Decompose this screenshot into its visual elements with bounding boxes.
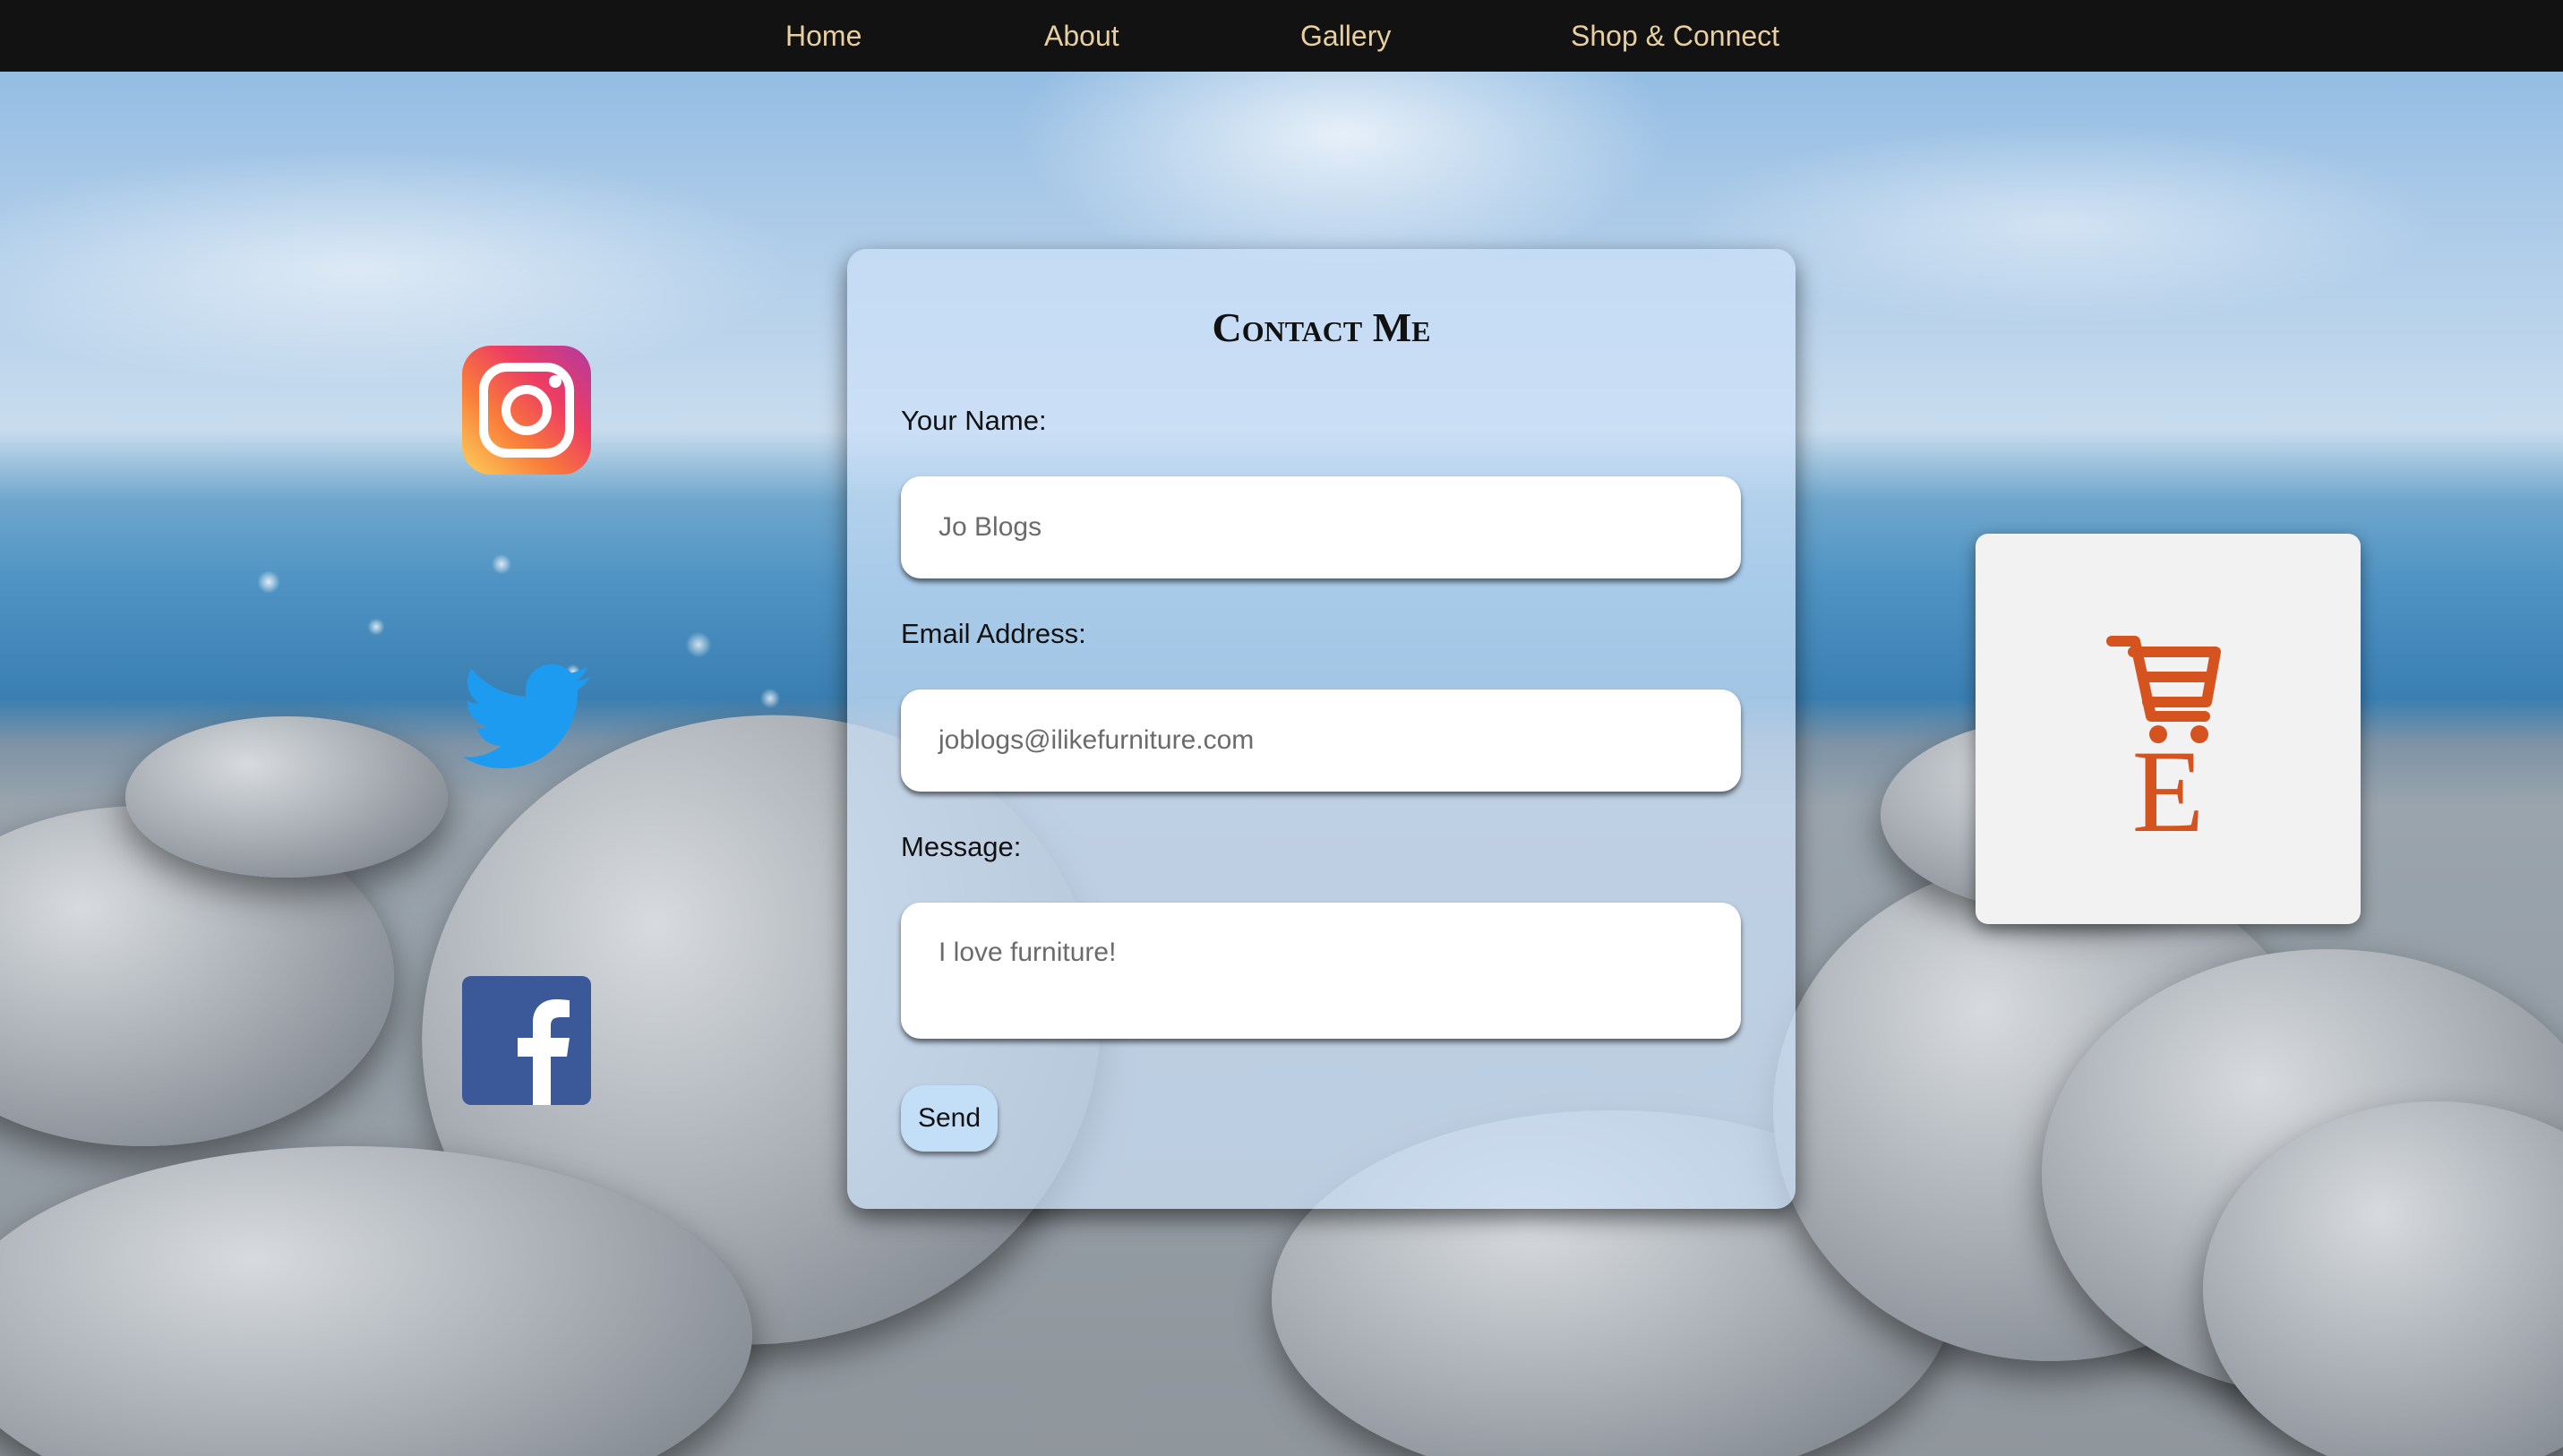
message-label: Message: <box>901 831 1022 862</box>
etsy-shop-button[interactable]: E <box>1976 534 2361 924</box>
nav-gallery-link[interactable]: Gallery <box>1300 18 1391 54</box>
etsy-letter: E <box>2131 725 2205 857</box>
contact-form-card: Contact Me Your Name: Jo Blogs Email Add… <box>847 249 1796 1209</box>
message-placeholder: I love furniture! <box>939 938 1117 967</box>
name-placeholder: Jo Blogs <box>939 512 1042 542</box>
contact-page: Home About Gallery Shop & Connect Contac… <box>0 0 2563 1456</box>
facebook-icon[interactable] <box>462 976 591 1105</box>
pebble <box>125 716 448 878</box>
top-nav-bar: Home About Gallery Shop & Connect <box>0 0 2563 72</box>
email-input[interactable]: joblogs@ilikefurniture.com <box>901 689 1741 792</box>
instagram-icon[interactable] <box>462 346 591 475</box>
send-button[interactable]: Send <box>901 1085 998 1152</box>
nav-home-link[interactable]: Home <box>785 18 861 54</box>
message-textarea[interactable]: I love furniture! <box>901 903 1741 1039</box>
nav-about-link[interactable]: About <box>1044 18 1119 54</box>
nav-shop-connect-link[interactable]: Shop & Connect <box>1571 18 1779 54</box>
name-label: Your Name: <box>901 405 1047 436</box>
twitter-icon[interactable] <box>462 663 591 779</box>
contact-title: Contact Me <box>1212 304 1431 350</box>
name-input[interactable]: Jo Blogs <box>901 476 1741 578</box>
email-placeholder: joblogs@ilikefurniture.com <box>939 725 1255 755</box>
email-label: Email Address: <box>901 618 1086 649</box>
